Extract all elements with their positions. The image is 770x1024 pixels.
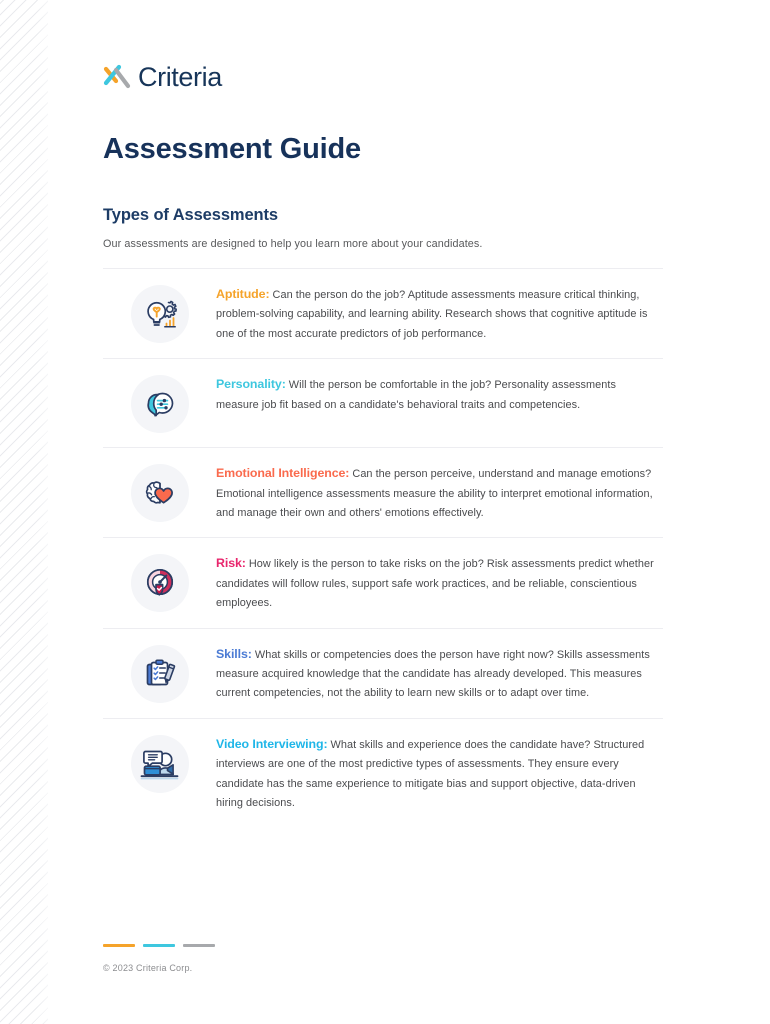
assessment-type-body: Can the person do the job? Aptitude asse… [216, 288, 648, 340]
brand-logo: Criteria [103, 60, 663, 94]
video-interview-desk-icon [130, 734, 189, 793]
assessment-type-row: Personality: Will the person be comforta… [103, 359, 663, 449]
assessment-type-label: Personality: [216, 377, 286, 392]
assessment-type-row: Emotional Intelligence: Can the person p… [103, 448, 663, 539]
assessment-type-icon-cell [103, 462, 216, 523]
assessment-type-row: Video Interviewing: What skills and expe… [103, 719, 663, 828]
assessment-type-text-cell: Video Interviewing: What skills and expe… [216, 733, 663, 814]
brand-wordmark: Criteria [138, 61, 222, 92]
footer-accent-bars [103, 944, 503, 947]
assessment-type-text-cell: Personality: Will the person be comforta… [216, 373, 663, 415]
assessment-type-description: Emotional Intelligence: Can the person p… [216, 462, 661, 523]
page-footer: © 2023 Criteria Corp. [103, 944, 503, 973]
assessment-type-body: How likely is the person to take risks o… [216, 558, 654, 610]
criteria-x-mark-icon [103, 62, 137, 92]
footer-accent-bar [143, 944, 175, 947]
footer-accent-bar [183, 944, 215, 947]
assessment-type-text-cell: Risk: How likely is the person to take r… [216, 552, 663, 613]
assessment-type-text-cell: Skills: What skills or competencies does… [216, 643, 663, 704]
assessment-type-icon-cell [103, 733, 216, 793]
assessment-type-description: Aptitude: Can the person do the job? Apt… [216, 283, 661, 344]
assessment-type-label: Skills: [216, 646, 252, 661]
document-page: Criteria Assessment Guide Types of Asses… [0, 0, 770, 1024]
assessment-type-row: Risk: How likely is the person to take r… [103, 538, 663, 629]
assessment-type-text-cell: Aptitude: Can the person do the job? Apt… [216, 283, 663, 344]
page-title: Assessment Guide [103, 133, 361, 165]
assessment-type-description: Personality: Will the person be comforta… [216, 373, 661, 415]
assessment-type-label: Video Interviewing: [216, 736, 328, 751]
assessment-type-description: Video Interviewing: What skills and expe… [216, 733, 661, 814]
assessment-type-icon-cell [103, 552, 216, 613]
decorative-stripe-fade [36, 0, 62, 1024]
assessment-types-list: Aptitude: Can the person do the job? Apt… [103, 267, 663, 828]
assessment-type-label: Aptitude: [216, 286, 270, 301]
two-heads-profile-icon [130, 375, 189, 434]
assessment-type-icon-cell [103, 373, 216, 434]
assessment-type-label: Emotional Intelligence: [216, 466, 350, 481]
assessment-type-row: Skills: What skills or competencies does… [103, 629, 663, 719]
assessment-type-icon-cell [103, 283, 216, 343]
gauge-shield-icon [130, 554, 189, 613]
clipboard-checklist-pencil-icon [130, 644, 189, 703]
footer-accent-bar [103, 944, 135, 947]
assessment-type-icon-cell [103, 643, 216, 703]
section-heading: Types of Assessments [103, 205, 278, 224]
assessment-type-body: What skills or competencies does the per… [216, 648, 650, 700]
assessment-type-description: Skills: What skills or competencies does… [216, 643, 661, 704]
document-content: Criteria Assessment Guide Types of Asses… [103, 0, 663, 827]
brain-heart-icon [130, 464, 189, 523]
assessment-type-row: Aptitude: Can the person do the job? Apt… [103, 267, 663, 360]
assessment-type-description: Risk: How likely is the person to take r… [216, 552, 661, 613]
assessment-type-label: Risk: [216, 556, 246, 571]
copyright-text: © 2023 Criteria Corp. [103, 963, 193, 973]
lightbulb-gear-icon [130, 284, 189, 343]
assessment-type-text-cell: Emotional Intelligence: Can the person p… [216, 462, 663, 523]
section-subtitle: Our assessments are designed to help you… [103, 237, 483, 250]
